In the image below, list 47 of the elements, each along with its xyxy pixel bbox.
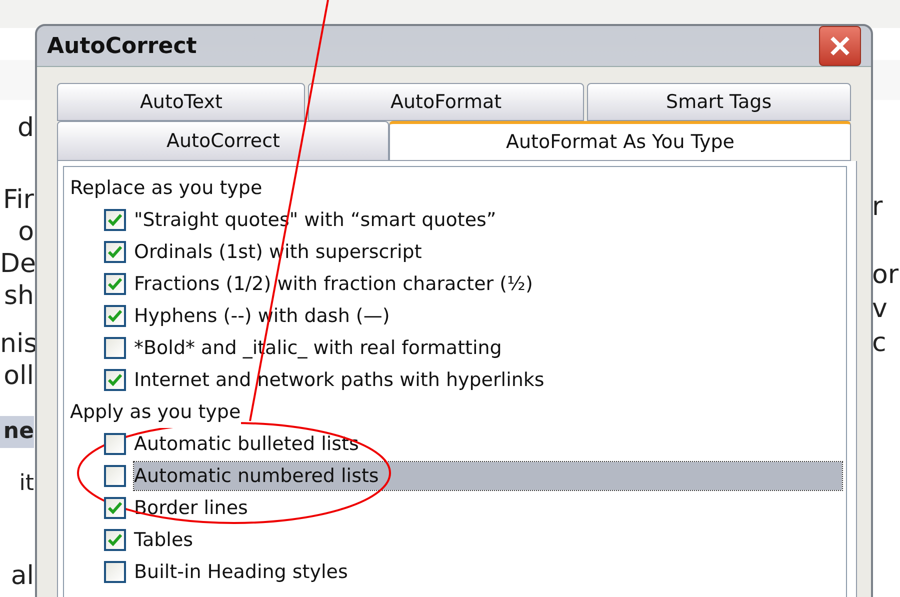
tab[interactable]: AutoCorrect [57,121,390,161]
tab[interactable]: AutoFormat [308,83,584,121]
option-label[interactable]: Built-in Heading styles [134,558,348,586]
document-text: ne [0,416,34,448]
checkbox[interactable] [104,561,126,583]
document-text: al [10,560,34,592]
tab[interactable]: AutoFormat As You Type [389,121,851,161]
document-text: o [17,216,34,248]
tab[interactable]: Smart Tags [586,83,851,121]
checkmark-icon [108,374,122,386]
tab[interactable]: AutoText [57,83,306,121]
option-label[interactable]: Automatic numbered lists [134,462,842,490]
document-text: Fir [2,184,34,216]
checkbox-checked[interactable] [104,369,126,391]
checkbox-checked[interactable] [104,497,126,519]
checkbox-checked[interactable] [104,273,126,295]
checkmark-icon [108,278,122,290]
checkbox[interactable] [104,433,126,455]
checkbox-checked[interactable] [104,305,126,327]
document-text: sh [2,280,34,312]
checkmark-icon [108,214,122,226]
document-text: d [16,112,34,144]
document-text: it [18,470,34,498]
option-label[interactable]: Tables [134,526,194,554]
checkbox[interactable] [104,337,126,359]
checkbox[interactable] [104,465,126,487]
window-title: AutoCorrect [47,32,197,60]
document-text: c [872,327,888,360]
option-label[interactable]: Border lines [134,494,248,522]
checkbox-checked[interactable] [104,241,126,263]
option-label[interactable]: Automatic bulleted lists [134,430,359,458]
document-text: nis [0,328,34,360]
option-label[interactable]: Internet and network paths with hyperlinks [134,366,544,394]
document-text: r [872,191,884,224]
checkmark-icon [108,534,122,546]
checkmark-icon [108,246,122,258]
document-text: or [872,259,899,292]
checkbox-checked[interactable] [104,209,126,231]
document-text: v [872,293,888,326]
document-text: De [0,248,34,280]
checkbox-checked[interactable] [104,529,126,551]
close-button[interactable] [819,26,861,66]
option-label[interactable]: Fractions (1/2) with fraction character (½) [134,270,533,298]
document-text: oll [2,360,34,392]
checkmark-icon [108,310,122,322]
checkmark-icon [108,502,122,514]
close-icon [829,35,851,57]
